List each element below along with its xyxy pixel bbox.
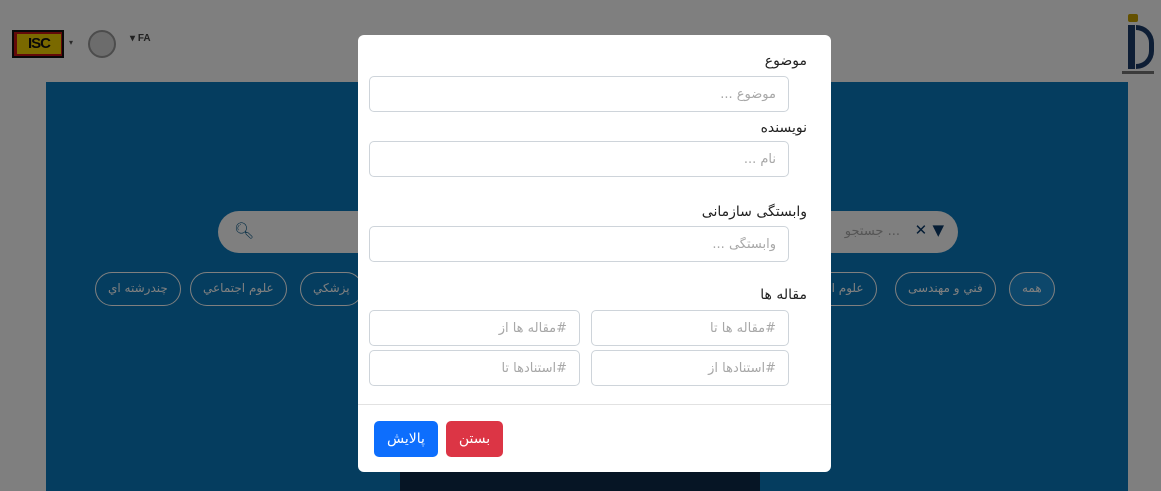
affiliation-label: وابستگی سازمانی [701, 204, 807, 220]
articles-label: مقاله ها [760, 287, 807, 303]
author-input[interactable] [369, 141, 789, 177]
author-label: نويسنده [760, 120, 807, 136]
affiliation-input[interactable] [369, 226, 789, 262]
modal-footer-divider [358, 404, 831, 405]
close-button[interactable]: بستن [446, 421, 503, 457]
advanced-search-modal: موضوع نويسنده وابستگی سازمانی مقاله ها پ… [358, 35, 831, 472]
articles-from-input[interactable] [369, 310, 580, 346]
filter-button[interactable]: پالایش [374, 421, 438, 457]
subject-input[interactable] [369, 76, 789, 112]
articles-to-input[interactable] [591, 310, 789, 346]
subject-label: موضوع [764, 53, 807, 69]
citations-to-input[interactable] [369, 350, 580, 386]
citations-from-input[interactable] [591, 350, 789, 386]
